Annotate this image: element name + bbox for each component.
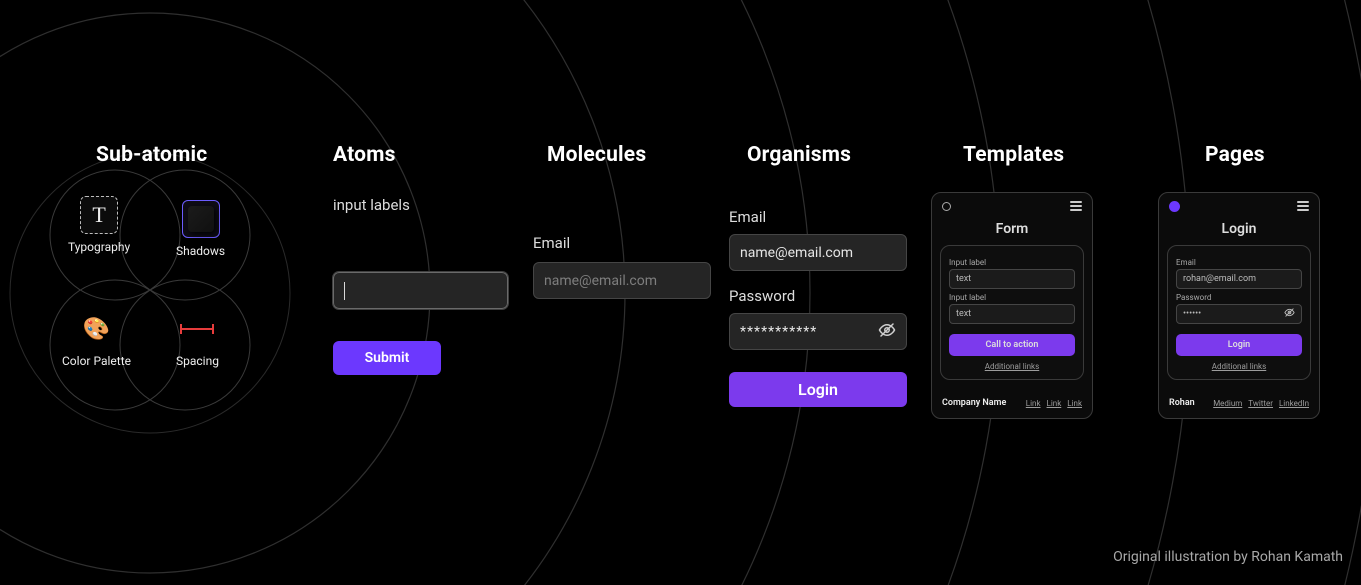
org-login-button[interactable]: Login bbox=[729, 372, 907, 407]
page-card: Login Email rohan@email.com Password •••… bbox=[1158, 192, 1320, 419]
heading-templates: Templates bbox=[963, 143, 1064, 167]
atom-text-input[interactable] bbox=[333, 272, 508, 309]
atomic-design-diagram: Sub-atomic Atoms Molecules Organisms Tem… bbox=[0, 0, 1361, 585]
visibility-toggle-icon[interactable] bbox=[878, 321, 896, 343]
tpl-form-panel: Input label text Input label text Call t… bbox=[940, 245, 1084, 380]
status-dot-icon bbox=[942, 202, 951, 211]
template-card: Form Input label text Input label text C… bbox=[931, 192, 1093, 419]
heading-organisms: Organisms bbox=[747, 143, 851, 167]
input-value: •••••• bbox=[1183, 309, 1201, 319]
page-title: Login bbox=[1159, 221, 1319, 237]
page-email-label: Email bbox=[1176, 258, 1302, 267]
molecule-email-label: Email bbox=[533, 234, 711, 252]
label-shadows: Shadows bbox=[176, 244, 225, 258]
tile-shadows: Shadows bbox=[176, 200, 225, 258]
footer-link[interactable]: Link bbox=[1047, 399, 1062, 408]
heading-atoms: Atoms bbox=[333, 143, 396, 167]
page-form-panel: Email rohan@email.com Password •••••• Lo… bbox=[1167, 245, 1311, 380]
page-pw-label: Password bbox=[1176, 293, 1302, 302]
tpl-input-label-1: Input label bbox=[949, 258, 1075, 267]
heading-molecules: Molecules bbox=[547, 143, 646, 167]
page-pw-input[interactable]: •••••• bbox=[1176, 304, 1302, 324]
page-footer-links: Medium Twitter LinkedIn bbox=[1213, 399, 1309, 408]
footer-link[interactable]: LinkedIn bbox=[1279, 399, 1309, 408]
footer-link[interactable]: Twitter bbox=[1248, 399, 1273, 408]
credit-text: Original illustration by Rohan Kamath bbox=[1113, 549, 1343, 565]
org-email-input[interactable]: name@email.com bbox=[729, 234, 907, 271]
org-password-label: Password bbox=[729, 287, 907, 305]
tpl-input-2[interactable]: text bbox=[949, 304, 1075, 324]
tile-color-palette: 🎨 Color Palette bbox=[62, 310, 131, 368]
tpl-extra-link[interactable]: Additional links bbox=[949, 362, 1075, 371]
tpl-cta-button[interactable]: Call to action bbox=[949, 334, 1075, 356]
venn-subatomic: T Typography Shadows 🎨 Color Palette Spa… bbox=[10, 110, 290, 410]
organism-login-form: Email name@email.com Password **********… bbox=[729, 208, 907, 407]
typography-icon: T bbox=[80, 196, 118, 234]
label-typography: Typography bbox=[68, 240, 130, 254]
page-email-input[interactable]: rohan@email.com bbox=[1176, 269, 1302, 289]
label-color-palette: Color Palette bbox=[62, 354, 131, 368]
tile-spacing: Spacing bbox=[176, 310, 219, 368]
status-dot-icon bbox=[1169, 201, 1180, 212]
spacing-icon bbox=[178, 310, 216, 348]
molecule-sample: Email name@email.com bbox=[533, 234, 711, 299]
tile-typography: T Typography bbox=[68, 196, 130, 254]
page-footer-name: Rohan bbox=[1169, 398, 1195, 408]
heading-pages: Pages bbox=[1205, 143, 1265, 167]
org-password-input[interactable]: *********** bbox=[729, 313, 907, 350]
atom-submit-button[interactable]: Submit bbox=[333, 341, 441, 375]
tpl-input-label-2: Input label bbox=[949, 293, 1075, 302]
tpl-input-1[interactable]: text bbox=[949, 269, 1075, 289]
palette-icon: 🎨 bbox=[78, 310, 116, 348]
tpl-footer-name: Company Name bbox=[942, 398, 1006, 408]
input-value: *********** bbox=[740, 324, 817, 340]
page-login-button[interactable]: Login bbox=[1176, 334, 1302, 356]
footer-link[interactable]: Medium bbox=[1213, 399, 1242, 408]
menu-icon[interactable] bbox=[1070, 201, 1082, 211]
footer-link[interactable]: Link bbox=[1067, 399, 1082, 408]
shadows-icon bbox=[182, 200, 220, 238]
menu-icon[interactable] bbox=[1297, 201, 1309, 211]
tpl-footer-links: Link Link Link bbox=[1026, 399, 1082, 408]
tpl-title: Form bbox=[932, 221, 1092, 237]
molecule-email-input[interactable]: name@email.com bbox=[533, 262, 711, 299]
label-spacing: Spacing bbox=[176, 354, 219, 368]
visibility-toggle-icon[interactable] bbox=[1284, 307, 1295, 321]
input-value: rohan@email.com bbox=[1183, 274, 1256, 284]
atom-input-label: input labels bbox=[333, 196, 508, 214]
input-value: text bbox=[956, 309, 971, 319]
atoms-sample: input labels Submit bbox=[333, 196, 508, 375]
org-email-label: Email bbox=[729, 208, 907, 226]
page-extra-link[interactable]: Additional links bbox=[1176, 362, 1302, 371]
footer-link[interactable]: Link bbox=[1026, 399, 1041, 408]
input-value: text bbox=[956, 274, 971, 284]
placeholder-text: name@email.com bbox=[544, 273, 657, 289]
input-value: name@email.com bbox=[740, 245, 853, 261]
